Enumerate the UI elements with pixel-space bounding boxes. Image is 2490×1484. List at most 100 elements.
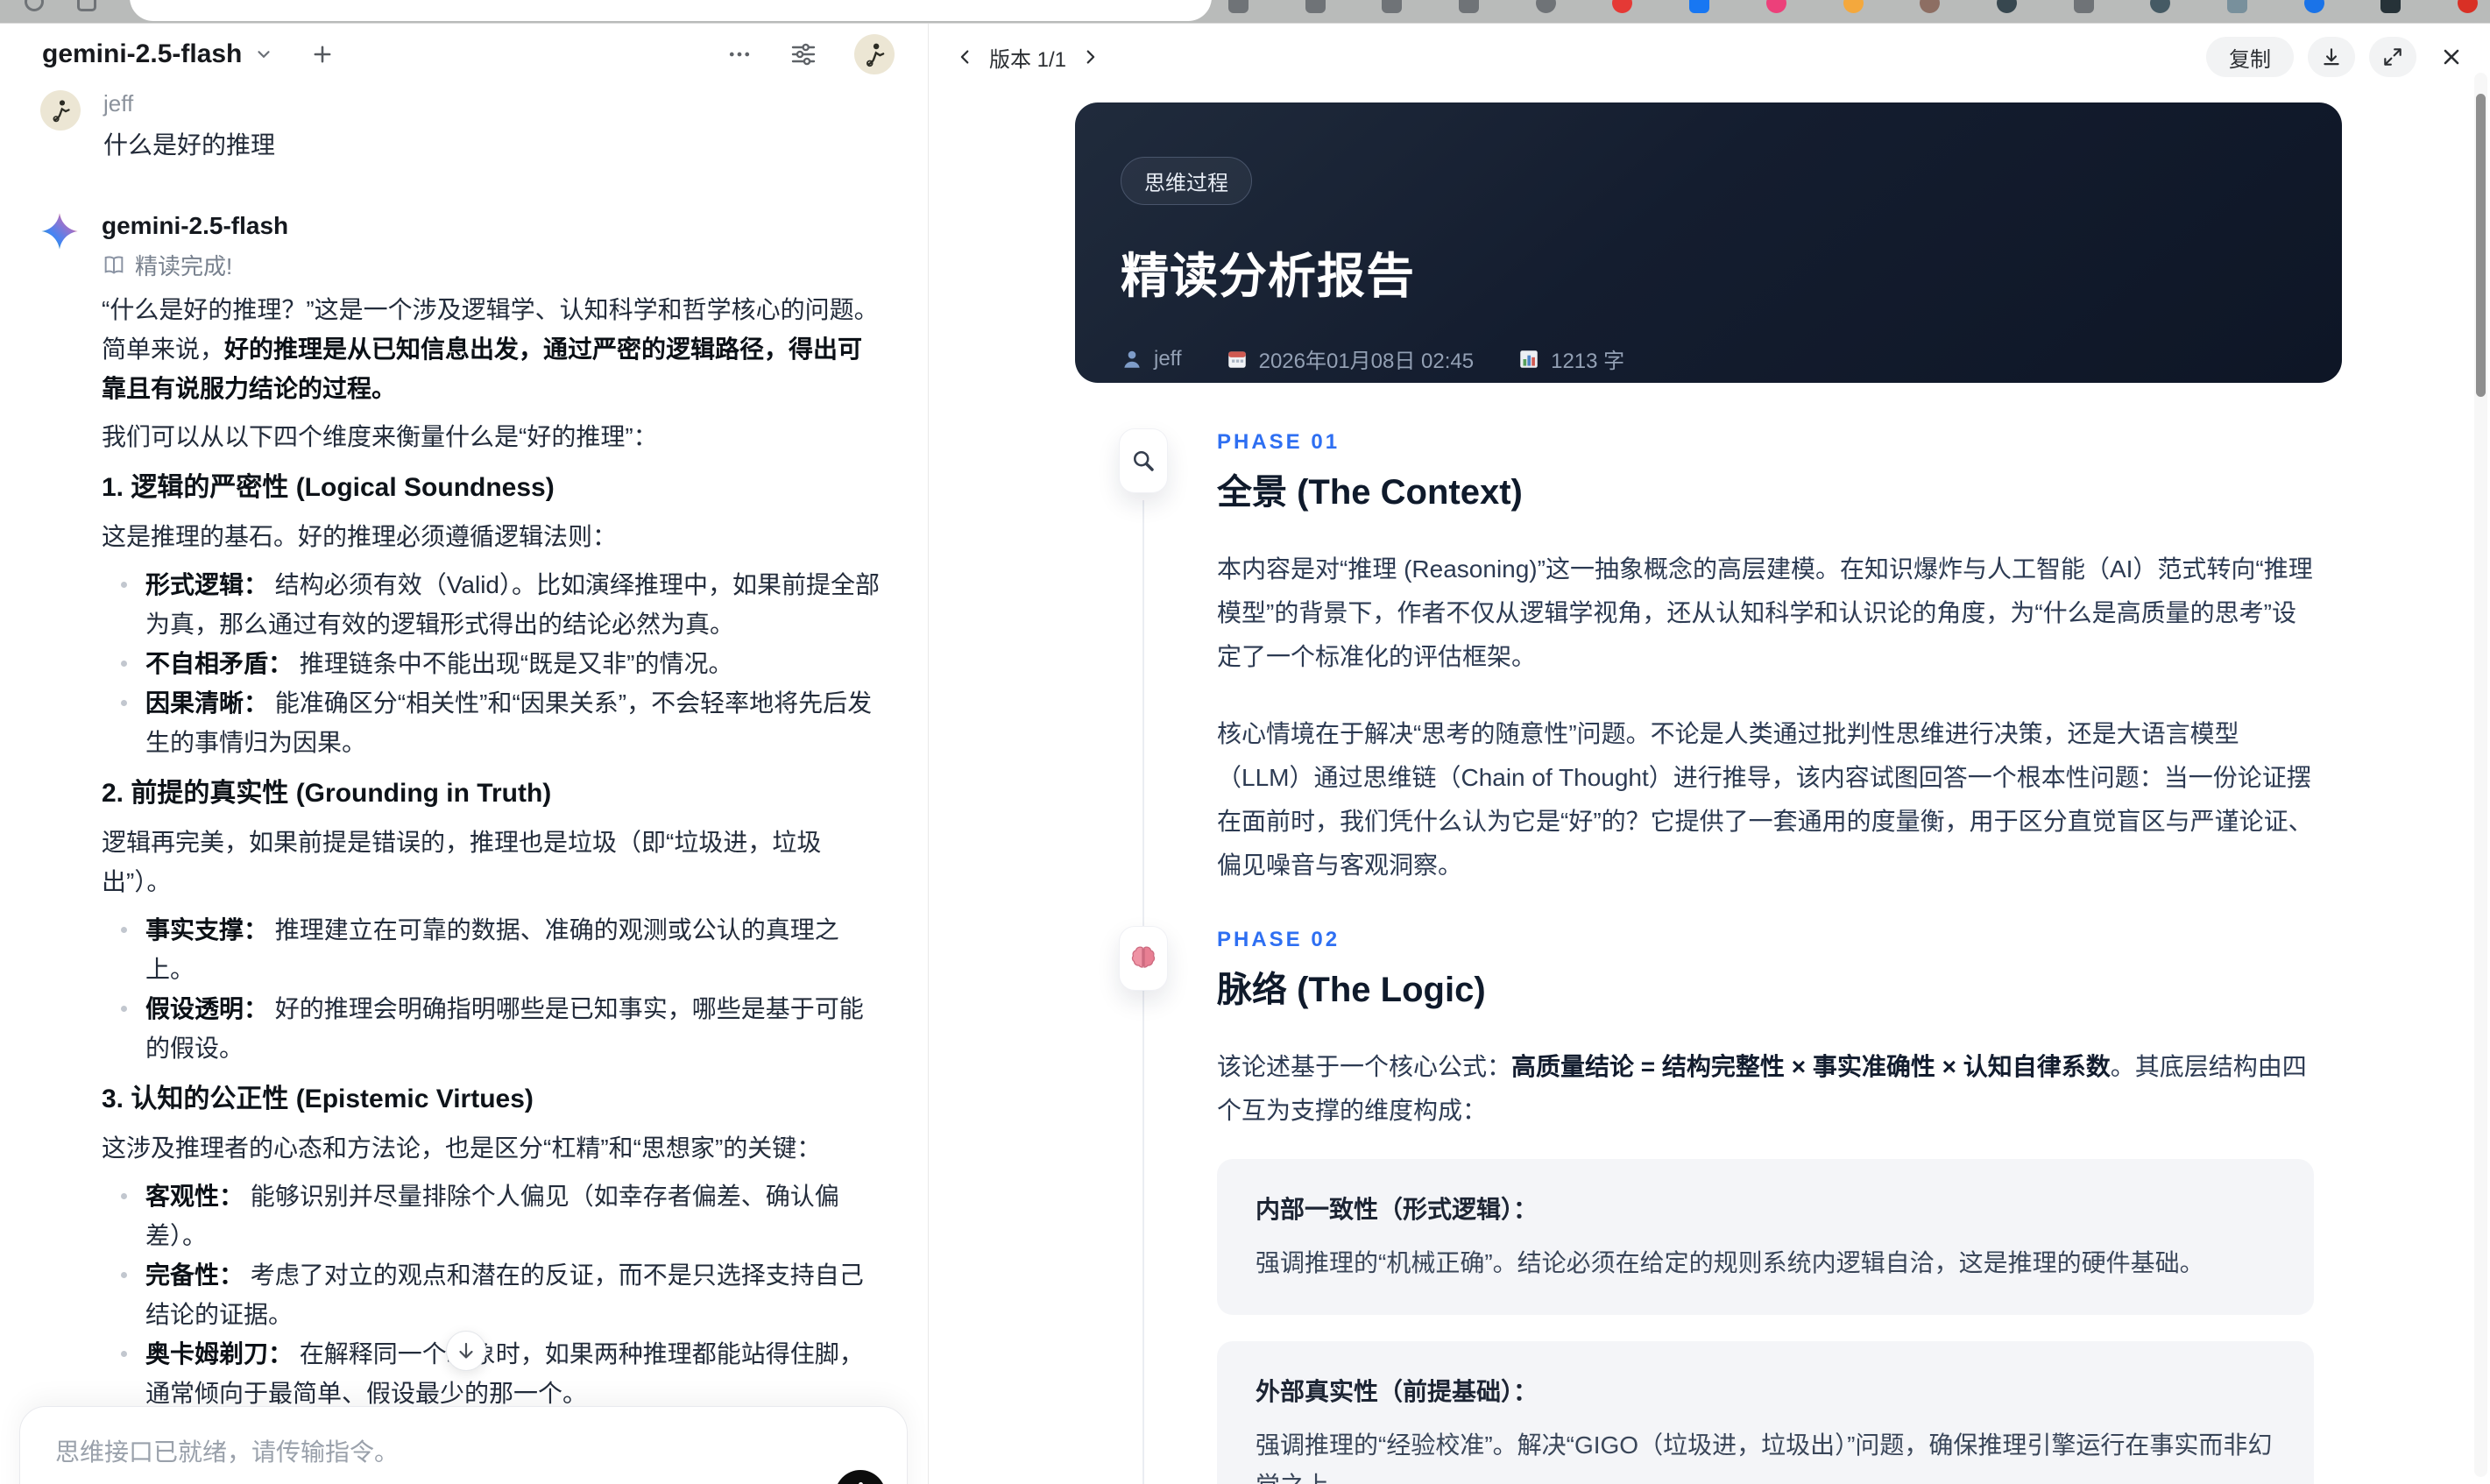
card-title: 内部一致性（形式逻辑）： xyxy=(1256,1196,1539,1223)
browser-profile-icon[interactable] xyxy=(2458,0,2478,13)
phase-title: 脉络 (The Logic) xyxy=(1217,971,1486,1009)
chevron-right-icon[interactable] xyxy=(1080,47,1100,67)
extension-icon[interactable] xyxy=(2303,0,2324,13)
scroll-to-bottom-button[interactable] xyxy=(446,1331,486,1371)
voice-input-button[interactable] xyxy=(835,1470,886,1484)
assistant-message: gemini-2.5-flash 精读完成! “什么是好的推理？”这是一个涉及逻… xyxy=(40,212,886,1484)
extension-icon[interactable] xyxy=(1920,0,1941,13)
dimension-card: 外部真实性（前提基础）： 强调推理的“经验校准”。解决“GIGO（垃圾进，垃圾出… xyxy=(1217,1341,2314,1484)
composer-placeholder: 思维接口已就绪，请传输指令。 xyxy=(55,1438,400,1466)
card-body: 强调推理的“经验校准”。解决“GIGO（垃圾进，垃圾出）”问题，确保推理引擎运行… xyxy=(1256,1431,2273,1484)
report-word-count: 1213 字 xyxy=(1517,343,1624,374)
paragraph: 逻辑再完美，如果前提是错误的，推理也是垃圾（即“垃圾进，垃圾出”）。 xyxy=(102,829,822,895)
paragraph: “什么是好的推理？”这是一个涉及逻辑学、认知科学和哲学核心的问题。简单来说，好的… xyxy=(102,296,879,402)
paragraph: 我们可以从以下四个维度来衡量什么是“好的推理”： xyxy=(102,423,658,450)
assistant-status: 精读完成! xyxy=(102,249,886,281)
paragraph: 这涉及推理者的心态和方法论，也是区分“杠精”和“思想家”的关键： xyxy=(102,1134,822,1162)
message-composer[interactable]: 思维接口已就绪，请传输指令。 xyxy=(19,1406,908,1484)
expand-fullscreen-button[interactable] xyxy=(2369,37,2416,77)
extension-icon[interactable] xyxy=(1765,0,1786,13)
message-text: 什么是好的推理 xyxy=(103,131,276,159)
scrollbar-thumb[interactable] xyxy=(2476,94,2486,397)
download-extension-icon[interactable] xyxy=(1305,0,1326,13)
user-avatar[interactable] xyxy=(854,34,895,74)
gemini-star-icon xyxy=(40,212,79,251)
extension-icon[interactable] xyxy=(1843,0,1864,13)
assistant-name: gemini-2.5-flash xyxy=(102,212,289,239)
conversation-scroll-area[interactable]: jeff 什么是好的推理 gemini-2.5-flash 精读完成! “什么是… xyxy=(0,78,928,1484)
brain-icon xyxy=(1119,926,1168,991)
artifact-actions: 复制 xyxy=(2206,37,2464,77)
close-icon[interactable] xyxy=(2439,45,2464,69)
extension-icon[interactable] xyxy=(1612,0,1633,13)
list-item: 因果清晰： 能准确区分“相关性”和“因果关系”，不会轻率地将先后发生的事情归为因… xyxy=(102,683,886,762)
report-date: 2026年01月08日 02:45 xyxy=(1226,343,1474,374)
bullet-dot xyxy=(121,1351,127,1357)
bullet-dot xyxy=(121,661,127,667)
list-item: 客观性： 能够识别并尽量排除个人偏见（如幸存者偏差、确认偏差）。 xyxy=(102,1177,886,1255)
section-heading: 3. 认知的公正性 (Epistemic Virtues) xyxy=(102,1085,534,1113)
extension-icon[interactable] xyxy=(2380,0,2402,13)
bullet-dot xyxy=(121,1006,127,1012)
browser-toolbar xyxy=(0,0,2490,23)
puzzle-icon[interactable] xyxy=(2073,0,2094,13)
new-chat-button[interactable] xyxy=(310,42,335,67)
report-phases: PHASE 01 全景 (The Context) 本内容是对“推理 (Reas… xyxy=(1119,428,2467,1484)
card-body: 强调推理的“机械正确”。结论必须在给定的规则系统内逻辑自洽，这是推理的硬件基础。 xyxy=(1256,1249,2204,1276)
list-item: 形式逻辑： 结构必须有效（Valid）。比如演绎推理中，如果前提全部为真，那么通… xyxy=(102,565,886,644)
phase-label: PHASE 02 xyxy=(1217,928,1340,951)
assistant-response: “什么是好的推理？”这是一个涉及逻辑学、认知科学和哲学核心的问题。简单来说，好的… xyxy=(102,290,886,1484)
list-item: 事实支撑： 推理建立在可靠的数据、准确的观测或公认的真理之上。 xyxy=(102,910,886,989)
phase-section: PHASE 02 脉络 (The Logic) 该论述基于一个核心公式：高质量结… xyxy=(1119,926,2328,1484)
report-title: 精读分析报告 xyxy=(1121,249,1416,303)
extension-icon[interactable] xyxy=(2226,0,2247,13)
extension-icon[interactable] xyxy=(1689,0,1710,13)
list-item: 假设透明： 好的推理会明确指明哪些是已知事实，哪些是基于可能的假设。 xyxy=(102,989,886,1068)
browser-extensions-row xyxy=(1228,0,2478,13)
chevron-left-icon[interactable] xyxy=(956,47,975,67)
section-heading: 1. 逻辑的严密性 (Logical Soundness) xyxy=(102,473,555,502)
copy-button[interactable]: 复制 xyxy=(2206,37,2294,77)
screen: gemini-2.5-flash jeff 什么是好的推理 gemini-2.5… xyxy=(0,0,2490,1484)
artifact-content[interactable]: 思维过程 精读分析报告 jeff 2026年01月08日 02:45 1213 … xyxy=(930,90,2467,1484)
bullet-list: 事实支撑： 推理建立在可靠的数据、准确的观测或公认的真理之上。 假设透明： 好的… xyxy=(102,910,886,1068)
settings-gear-icon[interactable] xyxy=(2150,0,2171,13)
card-title: 外部真实性（前提基础）： xyxy=(1256,1378,1539,1405)
extension-icon[interactable] xyxy=(1996,0,2017,13)
bookmark-extension-icon[interactable] xyxy=(1459,0,1480,13)
dimension-cards: 内部一致性（形式逻辑）： 强调推理的“机械正确”。结论必须在给定的规则系统内逻辑… xyxy=(1217,1159,2328,1484)
dimension-card: 内部一致性（形式逻辑）： 强调推理的“机械正确”。结论必须在给定的规则系统内逻辑… xyxy=(1217,1159,2314,1315)
conversation-panel: gemini-2.5-flash jeff 什么是好的推理 gemini-2.5… xyxy=(0,24,929,1484)
bullet-dot xyxy=(121,1193,127,1199)
search-extension-icon[interactable] xyxy=(1382,0,1403,13)
phase-paragraph: 本内容是对“推理 (Reasoning)”这一抽象概念的高层建模。在知识爆炸与人… xyxy=(1217,555,2313,670)
conversation-title: gemini-2.5-flash xyxy=(42,39,243,68)
bullet-dot xyxy=(121,700,127,706)
browser-reload-icon[interactable] xyxy=(25,0,44,11)
phase-paragraph: 该论述基于一个核心公式：高质量结论 = 结构完整性 × 事实准确性 × 认知自律… xyxy=(1217,1053,2307,1124)
list-item: 完备性： 考虑了对立的观点和潜在的反证，而不是只选择支持自己结论的证据。 xyxy=(102,1255,886,1334)
app-window: gemini-2.5-flash jeff 什么是好的推理 gemini-2.5… xyxy=(0,23,2490,1484)
model-selector-dropdown[interactable]: gemini-2.5-flash xyxy=(42,39,273,69)
list-item: 不自相矛盾： 推理链条中不能出现“既是又非”的情况。 xyxy=(102,644,886,683)
conversation-header: gemini-2.5-flash xyxy=(0,24,928,76)
calendar-icon xyxy=(1226,348,1249,371)
extension-icon[interactable] xyxy=(1535,0,1556,13)
download-button[interactable] xyxy=(2308,37,2355,77)
paragraph: 这是推理的基石。好的推理必须遵循逻辑法则： xyxy=(102,523,618,550)
scrollbar-track[interactable] xyxy=(2474,73,2487,1477)
version-navigator: 版本 1/1 xyxy=(956,42,1100,73)
reading-list-icon[interactable] xyxy=(1228,0,1249,13)
more-options-button[interactable] xyxy=(726,41,753,67)
section-heading: 2. 前提的真实性 (Grounding in Truth) xyxy=(102,779,552,808)
bullet-list: 形式逻辑： 结构必须有效（Valid）。比如演绎推理中，如果前提全部为真，那么通… xyxy=(102,565,886,762)
chevron-down-icon xyxy=(254,45,273,64)
settings-sliders-button[interactable] xyxy=(789,40,817,68)
bullet-dot xyxy=(121,582,127,588)
browser-tab-groups-icon[interactable] xyxy=(77,0,96,11)
assistant-status-text: 精读完成! xyxy=(135,253,233,279)
bullet-dot xyxy=(121,927,127,933)
browser-address-bar[interactable] xyxy=(130,0,1212,21)
report-meta: jeff 2026年01月08日 02:45 1213 字 xyxy=(1121,343,2296,374)
version-label: 版本 1/1 xyxy=(989,47,1067,72)
